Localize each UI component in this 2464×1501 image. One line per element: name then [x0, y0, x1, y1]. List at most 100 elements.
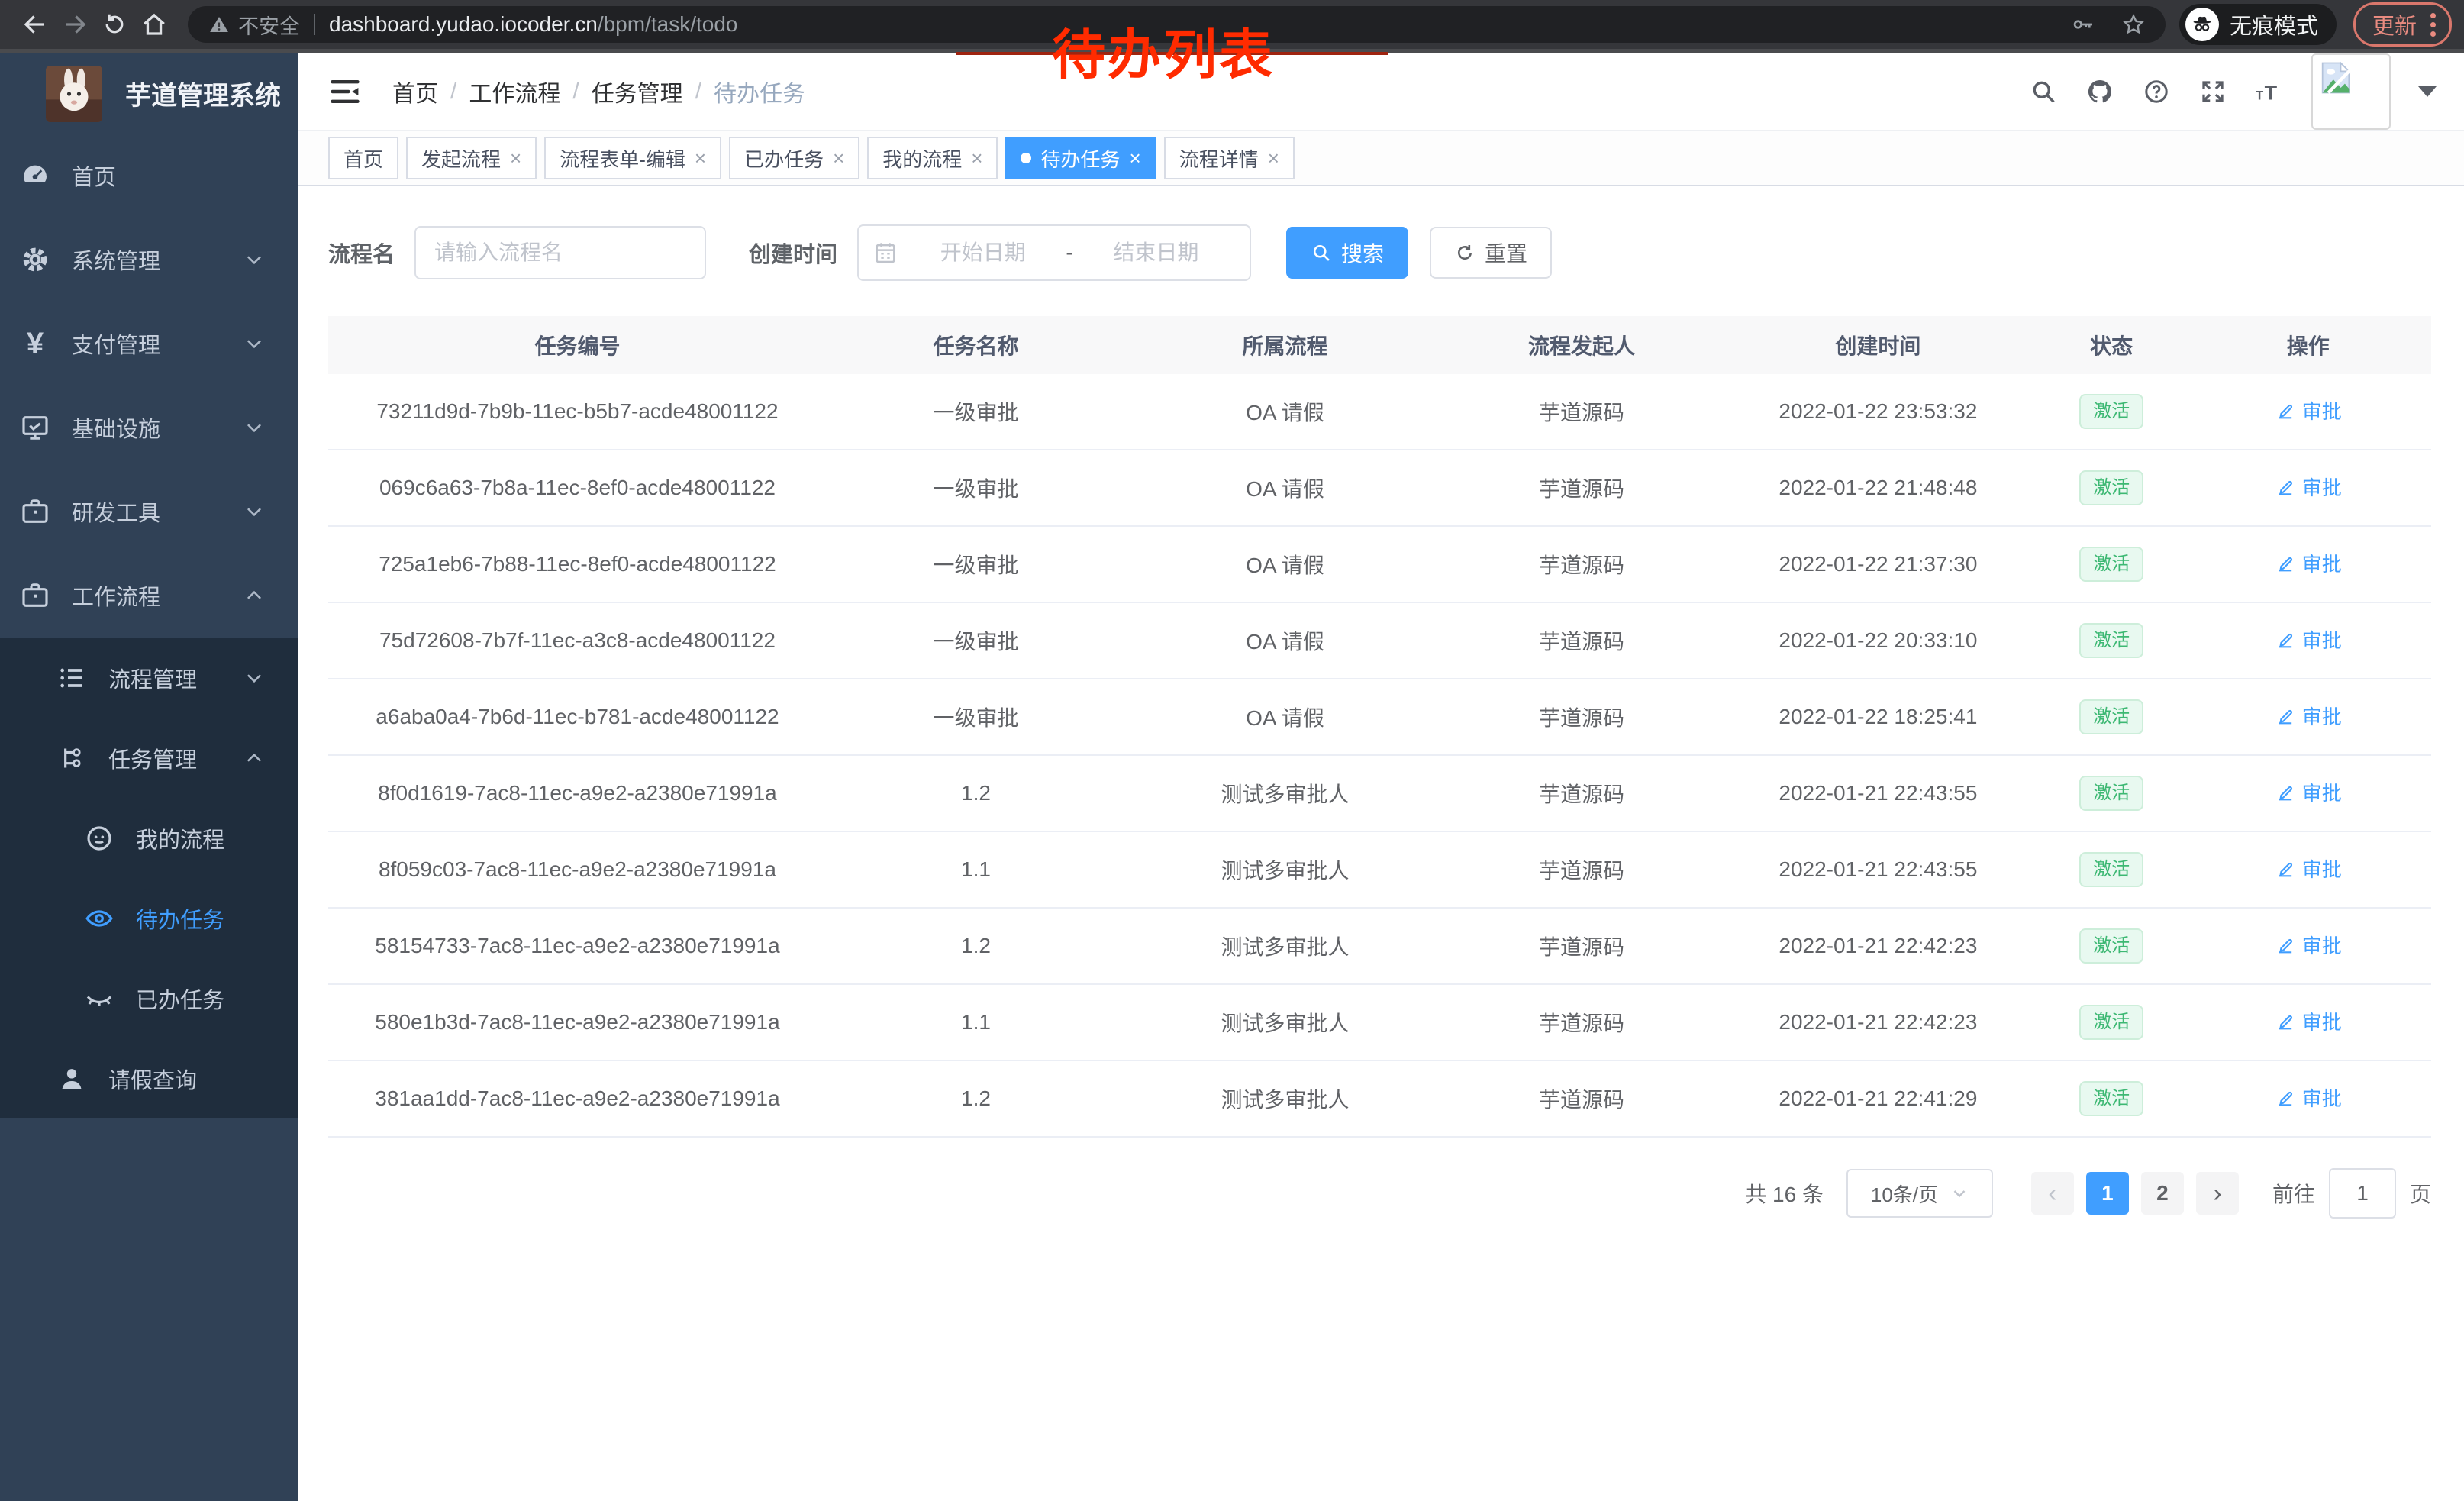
- chevron-up-icon: [243, 747, 266, 770]
- tab-close-icon[interactable]: ×: [695, 148, 706, 168]
- browser-forward-icon[interactable]: [55, 5, 95, 44]
- browser-back-icon[interactable]: [15, 5, 55, 44]
- cell-task-id: 75d72608-7b7f-11ec-a3c8-acde48001122: [328, 628, 827, 653]
- tab-process-detail[interactable]: 流程详情×: [1164, 137, 1295, 179]
- fullscreen-icon[interactable]: [2198, 77, 2227, 106]
- cell-starter: 芋道源码: [1445, 702, 1718, 732]
- sidebar-item-infra[interactable]: 基础设施: [0, 386, 298, 470]
- sidebar-item-process-mgmt[interactable]: 流程管理: [0, 638, 298, 718]
- password-key-icon[interactable]: [2071, 12, 2095, 37]
- cell-status: 激活: [2038, 1005, 2185, 1041]
- url-path[interactable]: /bpm/task/todo: [598, 12, 738, 37]
- chrome-update-button[interactable]: 更新: [2353, 2, 2452, 47]
- avatar[interactable]: [2311, 53, 2391, 130]
- eye-closed-icon: [82, 982, 116, 1015]
- cell-process: 测试多审批人: [1125, 778, 1445, 809]
- page-size-select[interactable]: 10条/页: [1846, 1169, 1993, 1218]
- tab-done-tasks[interactable]: 已办任务×: [729, 137, 859, 179]
- tab-label: 待办任务: [1040, 144, 1120, 173]
- cell-created-at: 2022-01-21 22:43:55: [1718, 857, 2038, 882]
- approve-label: 审批: [2302, 854, 2342, 883]
- next-page-button[interactable]: ›: [2196, 1172, 2239, 1215]
- approve-label: 审批: [2302, 931, 2342, 959]
- end-date-input[interactable]: [1076, 240, 1236, 266]
- sidebar-item-payment[interactable]: ¥支付管理: [0, 302, 298, 386]
- github-icon[interactable]: [2085, 77, 2114, 106]
- app-logo[interactable]: 芋道管理系统: [0, 53, 298, 134]
- browser-home-icon[interactable]: [134, 5, 174, 44]
- bookmark-star-icon[interactable]: [2121, 12, 2146, 37]
- approve-link[interactable]: 审批: [2275, 625, 2342, 654]
- font-size-icon[interactable]: TT: [2255, 77, 2284, 106]
- tab-start-process[interactable]: 发起流程×: [406, 137, 537, 179]
- chevron-down-icon: [243, 500, 266, 523]
- sidebar-item-done-task[interactable]: 已办任务: [0, 958, 298, 1038]
- tab-close-icon[interactable]: ×: [833, 148, 844, 168]
- breadcrumb-item[interactable]: 任务管理: [592, 75, 683, 108]
- briefcase-icon: [18, 495, 52, 528]
- breadcrumb-item[interactable]: 首页: [392, 75, 438, 108]
- sidebar-collapse-icon[interactable]: [328, 75, 362, 108]
- browser-reload-icon[interactable]: [95, 5, 134, 44]
- page-header: 首页/工作流程/任务管理/待办任务 TT: [298, 53, 2464, 130]
- search-button[interactable]: 搜索: [1286, 227, 1408, 279]
- start-date-input[interactable]: [903, 240, 1063, 266]
- cell-task-id: 725a1eb6-7b88-11ec-8ef0-acde48001122: [328, 552, 827, 576]
- approve-link[interactable]: 审批: [2275, 702, 2342, 730]
- approve-link[interactable]: 审批: [2275, 854, 2342, 883]
- reset-button[interactable]: 重置: [1430, 227, 1552, 279]
- cell-task-name: 一级审批: [827, 702, 1125, 732]
- prev-page-button[interactable]: ‹: [2031, 1172, 2074, 1215]
- sidebar-item-system[interactable]: 系统管理: [0, 218, 298, 302]
- cell-status: 激活: [2038, 623, 2185, 659]
- approve-link[interactable]: 审批: [2275, 473, 2342, 501]
- url-host[interactable]: dashboard.yudao.iocoder.cn: [329, 12, 598, 37]
- approve-link[interactable]: 审批: [2275, 778, 2342, 806]
- annotation-overlay-text: 待办列表: [1052, 12, 1275, 89]
- sidebar-item-leave-query[interactable]: 请假查询: [0, 1038, 298, 1118]
- page-button-1[interactable]: 1: [2086, 1172, 2129, 1215]
- breadcrumb-item[interactable]: 工作流程: [469, 75, 560, 108]
- search-icon[interactable]: [2029, 77, 2058, 106]
- not-secure-label[interactable]: 不安全: [238, 10, 300, 40]
- process-name-label: 流程名: [328, 237, 395, 269]
- gear-icon: [18, 243, 52, 276]
- process-name-input[interactable]: [414, 226, 706, 279]
- tab-close-icon[interactable]: ×: [510, 148, 521, 168]
- sidebar-item-workflow[interactable]: 工作流程: [0, 554, 298, 638]
- tab-close-icon[interactable]: ×: [1268, 148, 1279, 168]
- cell-starter: 芋道源码: [1445, 1083, 1718, 1114]
- tab-todo-tasks[interactable]: 待办任务 ×: [1005, 137, 1156, 179]
- goto-label: 前往: [2272, 1178, 2315, 1209]
- approve-link[interactable]: 审批: [2275, 396, 2342, 424]
- date-range-picker[interactable]: -: [857, 224, 1251, 281]
- approve-link[interactable]: 审批: [2275, 1083, 2342, 1112]
- page-button-2[interactable]: 2: [2141, 1172, 2184, 1215]
- browser-menu-icon[interactable]: [2430, 13, 2436, 37]
- approve-link[interactable]: 审批: [2275, 549, 2342, 577]
- dashboard-icon: [18, 159, 52, 192]
- cell-process: OA 请假: [1125, 549, 1445, 579]
- tab-close-icon[interactable]: ×: [971, 148, 982, 168]
- sidebar-item-homepage[interactable]: 首页: [0, 134, 298, 218]
- tab-close-icon[interactable]: ×: [1130, 148, 1141, 168]
- cell-process: 测试多审批人: [1125, 1007, 1445, 1038]
- tab-home[interactable]: 首页: [328, 137, 398, 179]
- cell-action: 审批: [2185, 1007, 2431, 1038]
- broken-image-icon: [2316, 58, 2356, 98]
- tab-my-process[interactable]: 我的流程×: [867, 137, 998, 179]
- help-icon[interactable]: [2142, 77, 2171, 106]
- create-time-label: 创建时间: [749, 237, 837, 269]
- flow-icon: [55, 741, 89, 775]
- sidebar-item-my-process[interactable]: 我的流程: [0, 798, 298, 878]
- approve-link[interactable]: 审批: [2275, 931, 2342, 959]
- sidebar-item-devtools[interactable]: 研发工具: [0, 470, 298, 554]
- update-label[interactable]: 更新: [2372, 8, 2417, 40]
- goto-page-input[interactable]: [2329, 1168, 2396, 1219]
- sidebar-item-task-mgmt[interactable]: 任务管理: [0, 718, 298, 798]
- user-menu-caret-icon[interactable]: [2418, 86, 2437, 97]
- sidebar-item-todo-task[interactable]: 待办任务: [0, 878, 298, 958]
- approve-label: 审批: [2302, 396, 2342, 424]
- tab-form-edit[interactable]: 流程表单-编辑×: [544, 137, 721, 179]
- approve-link[interactable]: 审批: [2275, 1007, 2342, 1035]
